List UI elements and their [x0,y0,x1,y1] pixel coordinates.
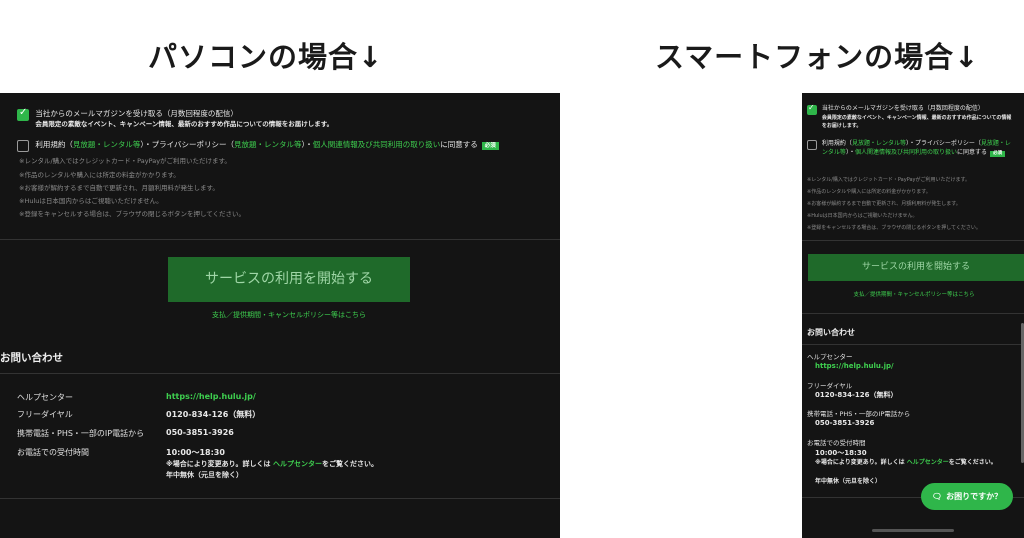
divider [0,373,560,374]
start-service-button[interactable]: サービスの利用を開始する [808,254,1024,281]
mobile-label: 携帯電話・PHS・一部のIP電話から [807,410,911,418]
newsletter-sublabel: 会員限定の素敵なイベント、キャンペーン情報、最新のおすすめ作品についての情報をお… [35,120,334,128]
divider [802,240,1024,241]
help-center-label: ヘルプセンター [17,393,73,402]
terms-checkbox[interactable] [17,140,29,152]
terms-row[interactable]: 利用規約（見放題・レンタル等）・プライバシーポリシー（見放題・レンタル等）・個人… [807,140,1017,157]
required-badge: 必須 [481,142,499,150]
help-chat-label: お困りですか？ [946,492,1003,501]
newsletter-row[interactable]: 当社からのメールマガジンを受け取る（月数回程度の配信） 会員限定の素敵なイベント… [807,104,1017,131]
mobile-label: 携帯電話・PHS・一部のIP電話から [17,429,145,438]
terms-row[interactable]: 利用規約（見放題・レンタル等）・プライバシーポリシー（見放題・レンタル等）・個人… [17,140,499,152]
note: ※お客様が解約するまで自動で更新され、月額利用料が発生します。 [807,201,961,207]
chat-icon: 🗨 [931,492,943,501]
terms-text: ）・プライバシーポリシー（ [140,140,234,149]
personal-info-link[interactable]: 個人関連情報及び共同利用の取り扱い [855,149,957,156]
hours-note-text: をご覧ください。 [948,459,997,466]
privacy-link-vod[interactable]: 見放題・レンタル等 [234,140,302,149]
mobile-value: 050-3851-3926 [166,428,234,437]
free-dial-label: フリーダイヤル [17,410,73,419]
note: ※作品のレンタルや購入には所定の料金がかかります。 [807,189,931,195]
smartphone-screenshot-panel: 当社からのメールマガジンを受け取る（月数回程度の配信） 会員限定の素敵なイベント… [802,93,1024,538]
terms-text: ）・ [845,148,855,156]
terms-text: に同意する [440,140,478,149]
contact-title: お問い合わせ [807,328,855,337]
hours-note: ※場合により変更あり。詳しくは ヘルプセンターをご覧ください。 [815,459,1015,467]
newsletter-checkbox[interactable] [807,104,817,115]
note: ※登録をキャンセルする場合は、ブラウザの閉じるボタンを押してください。 [807,225,981,231]
help-center-label: ヘルプセンター [807,353,853,361]
note: ※レンタル/購入ではクレジットカード・PayPayがご利用いただけます。 [807,177,971,183]
policy-link[interactable]: 支払／提供期間・キャンセルポリシー等はこちら [168,310,410,320]
free-dial-label: フリーダイヤル [807,382,853,390]
hours-closed: 年中無休（元旦を除く） [166,471,243,479]
terms-text: ）・ [301,140,313,149]
home-indicator[interactable] [872,529,954,532]
pc-heading: パソコンの場合↓ [148,40,384,74]
divider [0,239,560,240]
hours-note-text: ※場合により変更あり。詳しくは [815,459,907,466]
hours-value: 10:00～18:30 [166,448,225,457]
required-badge: 必須 [989,150,1005,157]
divider [802,344,1024,345]
terms-checkbox[interactable] [807,140,817,150]
pc-screenshot-panel: 当社からのメールマガジンを受け取る（月数回程度の配信） 会員限定の素敵なイベント… [0,93,560,538]
personal-info-link[interactable]: 個人関連情報及び共同利用の取り扱い [313,140,441,149]
note: ※Huluは日本国内からはご視聴いただけません。 [19,197,163,205]
terms-link-vod[interactable]: 見放題・レンタル等 [852,140,906,147]
newsletter-row[interactable]: 当社からのメールマガジンを受け取る（月数回程度の配信） 会員限定の素敵なイベント… [17,108,334,129]
newsletter-sublabel: 会員限定の素敵なイベント、キャンペーン情報、最新のおすすめ作品についての情報をお… [821,114,1012,130]
newsletter-label: 当社からのメールマガジンを受け取る（月数回程度の配信） [35,109,238,118]
terms-text: ）・プライバシーポリシー（ [905,140,981,147]
note: ※作品のレンタルや購入には所定の料金がかかります。 [19,171,180,179]
help-center-link[interactable]: https://help.hulu.jp/ [815,362,894,370]
terms-text: 利用規約（ [35,140,73,149]
divider [802,313,1024,314]
help-chat-button[interactable]: 🗨 お困りですか？ [921,483,1013,510]
terms-text: に同意する [956,148,987,156]
hours-note-text: ※場合により変更あり。詳しくは [166,460,273,468]
terms-link-vod[interactable]: 見放題・レンタル等 [73,140,141,149]
free-dial-value: 0120-834-126（無料） [166,410,261,419]
hours-note-text: をご覧ください。 [321,460,378,468]
contact-title: お問い合わせ [0,352,63,364]
note: ※Huluは日本国内からはご視聴いただけません。 [807,213,918,219]
mobile-value: 050-3851-3926 [815,419,875,427]
hours-help-link[interactable]: ヘルプセンター [907,459,949,466]
note: ※お客様が解約するまで自動で更新され、月額利用料が発生します。 [19,184,219,192]
hours-help-link[interactable]: ヘルプセンター [273,460,322,468]
free-dial-value: 0120-834-126（無料） [815,391,898,399]
note: ※登録をキャンセルする場合は、ブラウザの閉じるボタンを押してください。 [19,210,246,218]
smartphone-heading: スマートフォンの場合↓ [655,40,980,74]
hours-value: 10:00～18:30 [815,449,867,457]
divider [0,498,560,499]
hours-label: お電話での受付時間 [807,439,866,447]
note: ※レンタル/購入ではクレジットカード・PayPayがご利用いただけます。 [19,157,231,165]
start-service-button[interactable]: サービスの利用を開始する [168,257,410,302]
hours-label: お電話での受付時間 [17,448,89,457]
help-center-link[interactable]: https://help.hulu.jp/ [166,392,256,401]
newsletter-label: 当社からのメールマガジンを受け取る（月数回程度の配信） [821,105,984,112]
terms-text: 利用規約（ [821,140,852,147]
newsletter-checkbox[interactable] [17,108,29,121]
hours-note: ※場合により変更あり。詳しくは ヘルプセンターをご覧ください。 [166,459,378,469]
policy-link[interactable]: 支払／提供期間・キャンセルポリシー等はこちら [808,290,1020,298]
